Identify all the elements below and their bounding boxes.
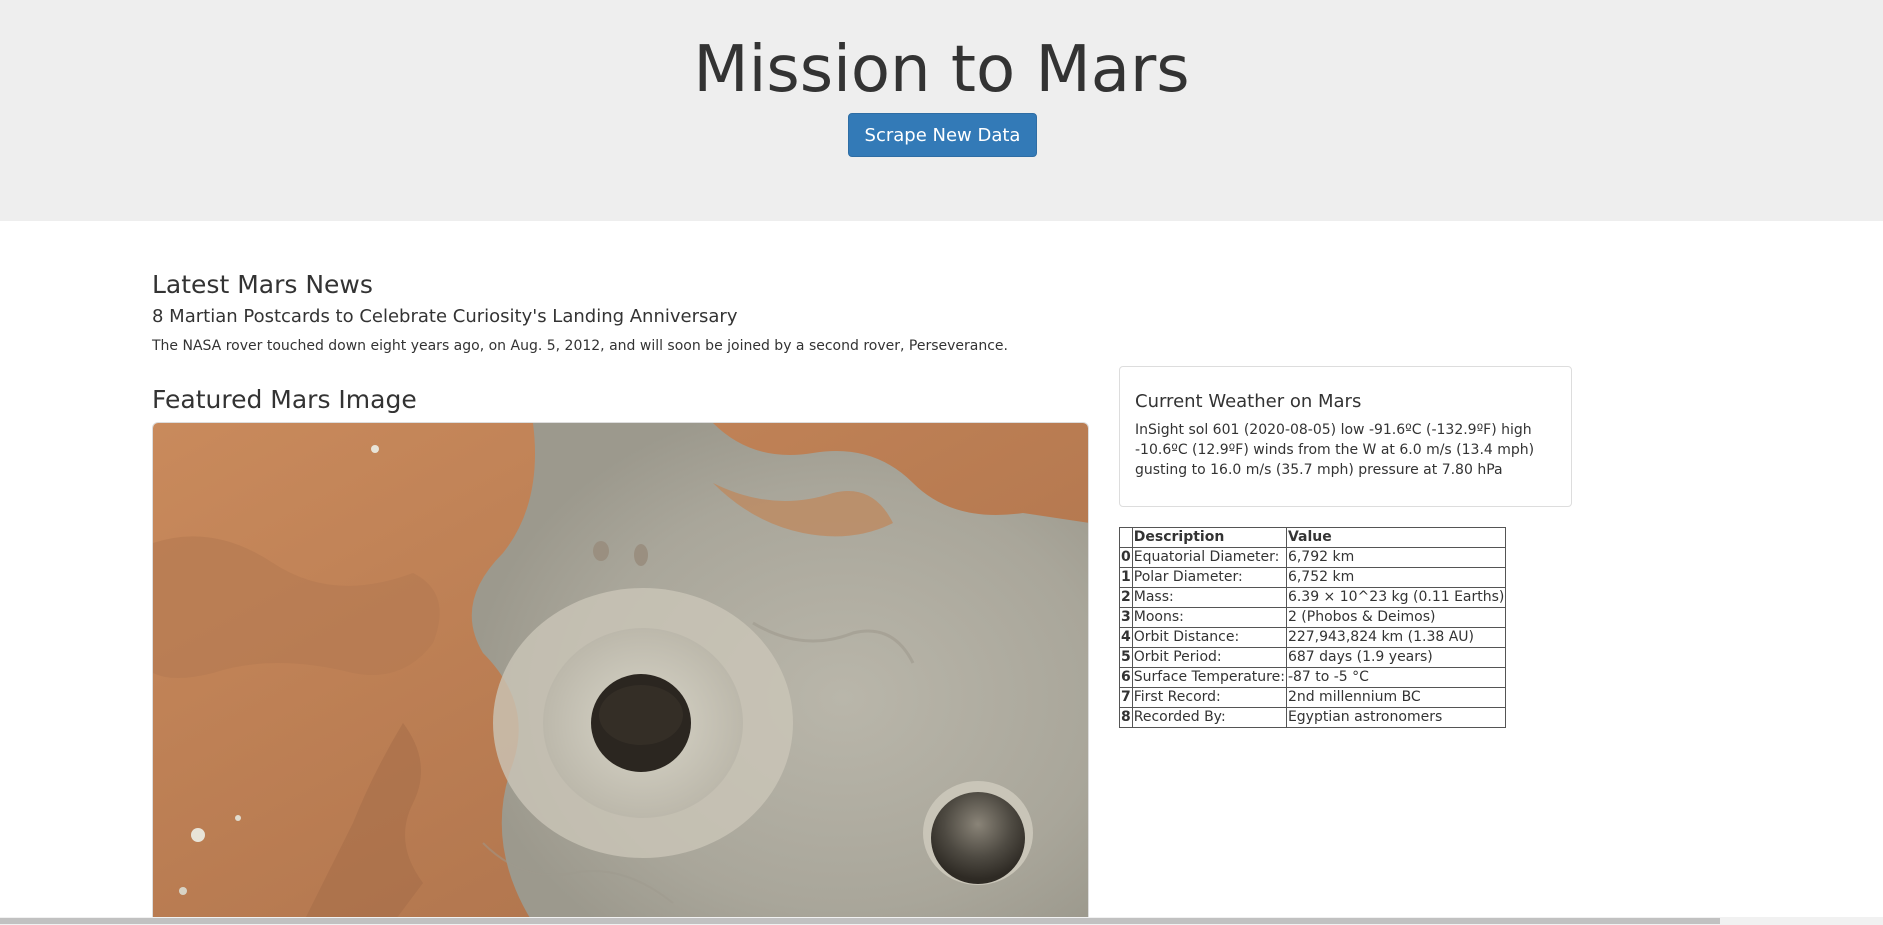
scrollbar-thumb[interactable] [0,918,1720,924]
row-index: 3 [1119,607,1133,628]
table-row: 2 Mass: 6.39 × 10^23 kg (0.11 Earths) [1119,587,1507,608]
column-header-description: Description [1131,527,1287,548]
row-value: 227,943,824 km (1.38 AU) [1285,627,1507,648]
table-row: 3 Moons: 2 (Phobos & Deimos) [1119,607,1507,628]
row-value: 6,752 km [1285,567,1507,588]
row-description: Equatorial Diameter: [1131,547,1287,568]
row-description: Surface Temperature: [1131,667,1287,688]
table-row: 7 First Record: 2nd millennium BC [1119,687,1507,708]
row-index: 4 [1119,627,1133,648]
row-description: Recorded By: [1131,707,1287,728]
row-description: Orbit Distance: [1131,627,1287,648]
row-description: Orbit Period: [1131,647,1287,668]
row-index: 5 [1119,647,1133,668]
news-paragraph: The NASA rover touched down eight years … [152,338,1008,354]
row-value: 2nd millennium BC [1285,687,1507,708]
row-description: Mass: [1131,587,1287,608]
row-value: 6.39 × 10^23 kg (0.11 Earths) [1285,587,1507,608]
table-row: 6 Surface Temperature: -87 to -5 °C [1119,667,1507,688]
weather-card: Current Weather on Mars InSight sol 601 … [1119,366,1572,507]
table-row: 5 Orbit Period: 687 days (1.9 years) [1119,647,1507,668]
featured-mars-image [152,422,1089,922]
table-row: 1 Polar Diameter: 6,752 km [1119,567,1507,588]
row-description: Polar Diameter: [1131,567,1287,588]
row-value: 2 (Phobos & Deimos) [1285,607,1507,628]
column-header-value: Value [1285,527,1507,548]
table-header-row: Description Value [1119,527,1507,548]
row-value: -87 to -5 °C [1285,667,1507,688]
row-value: 687 days (1.9 years) [1285,647,1507,668]
column-header-index [1119,527,1133,548]
row-index: 7 [1119,687,1133,708]
row-index: 8 [1119,707,1133,728]
row-index: 1 [1119,567,1133,588]
mars-facts-table: Description Value 0 Equatorial Diameter:… [1119,527,1507,728]
weather-heading: Current Weather on Mars [1135,391,1362,412]
weather-report: InSight sol 601 (2020-08-05) low -91.6ºC… [1135,422,1535,478]
row-index: 6 [1119,667,1133,688]
row-description: Moons: [1131,607,1287,628]
scrape-new-data-button[interactable]: Scrape New Data [848,113,1037,157]
row-value: 6,792 km [1285,547,1507,568]
row-index: 2 [1119,587,1133,608]
table-row: 8 Recorded By: Egyptian astronomers [1119,707,1507,728]
table-row: 0 Equatorial Diameter: 6,792 km [1119,547,1507,568]
news-title: 8 Martian Postcards to Celebrate Curiosi… [152,306,738,327]
featured-image-heading: Featured Mars Image [152,385,417,414]
horizontal-scrollbar[interactable] [0,917,1883,925]
latest-news-heading: Latest Mars News [152,270,373,299]
header-jumbotron: Mission to Mars Scrape New Data [0,0,1883,221]
row-description: First Record: [1131,687,1287,708]
row-value: Egyptian astronomers [1285,707,1507,728]
table-row: 4 Orbit Distance: 227,943,824 km (1.38 A… [1119,627,1507,648]
row-index: 0 [1119,547,1133,568]
page-title: Mission to Mars [693,33,1190,107]
